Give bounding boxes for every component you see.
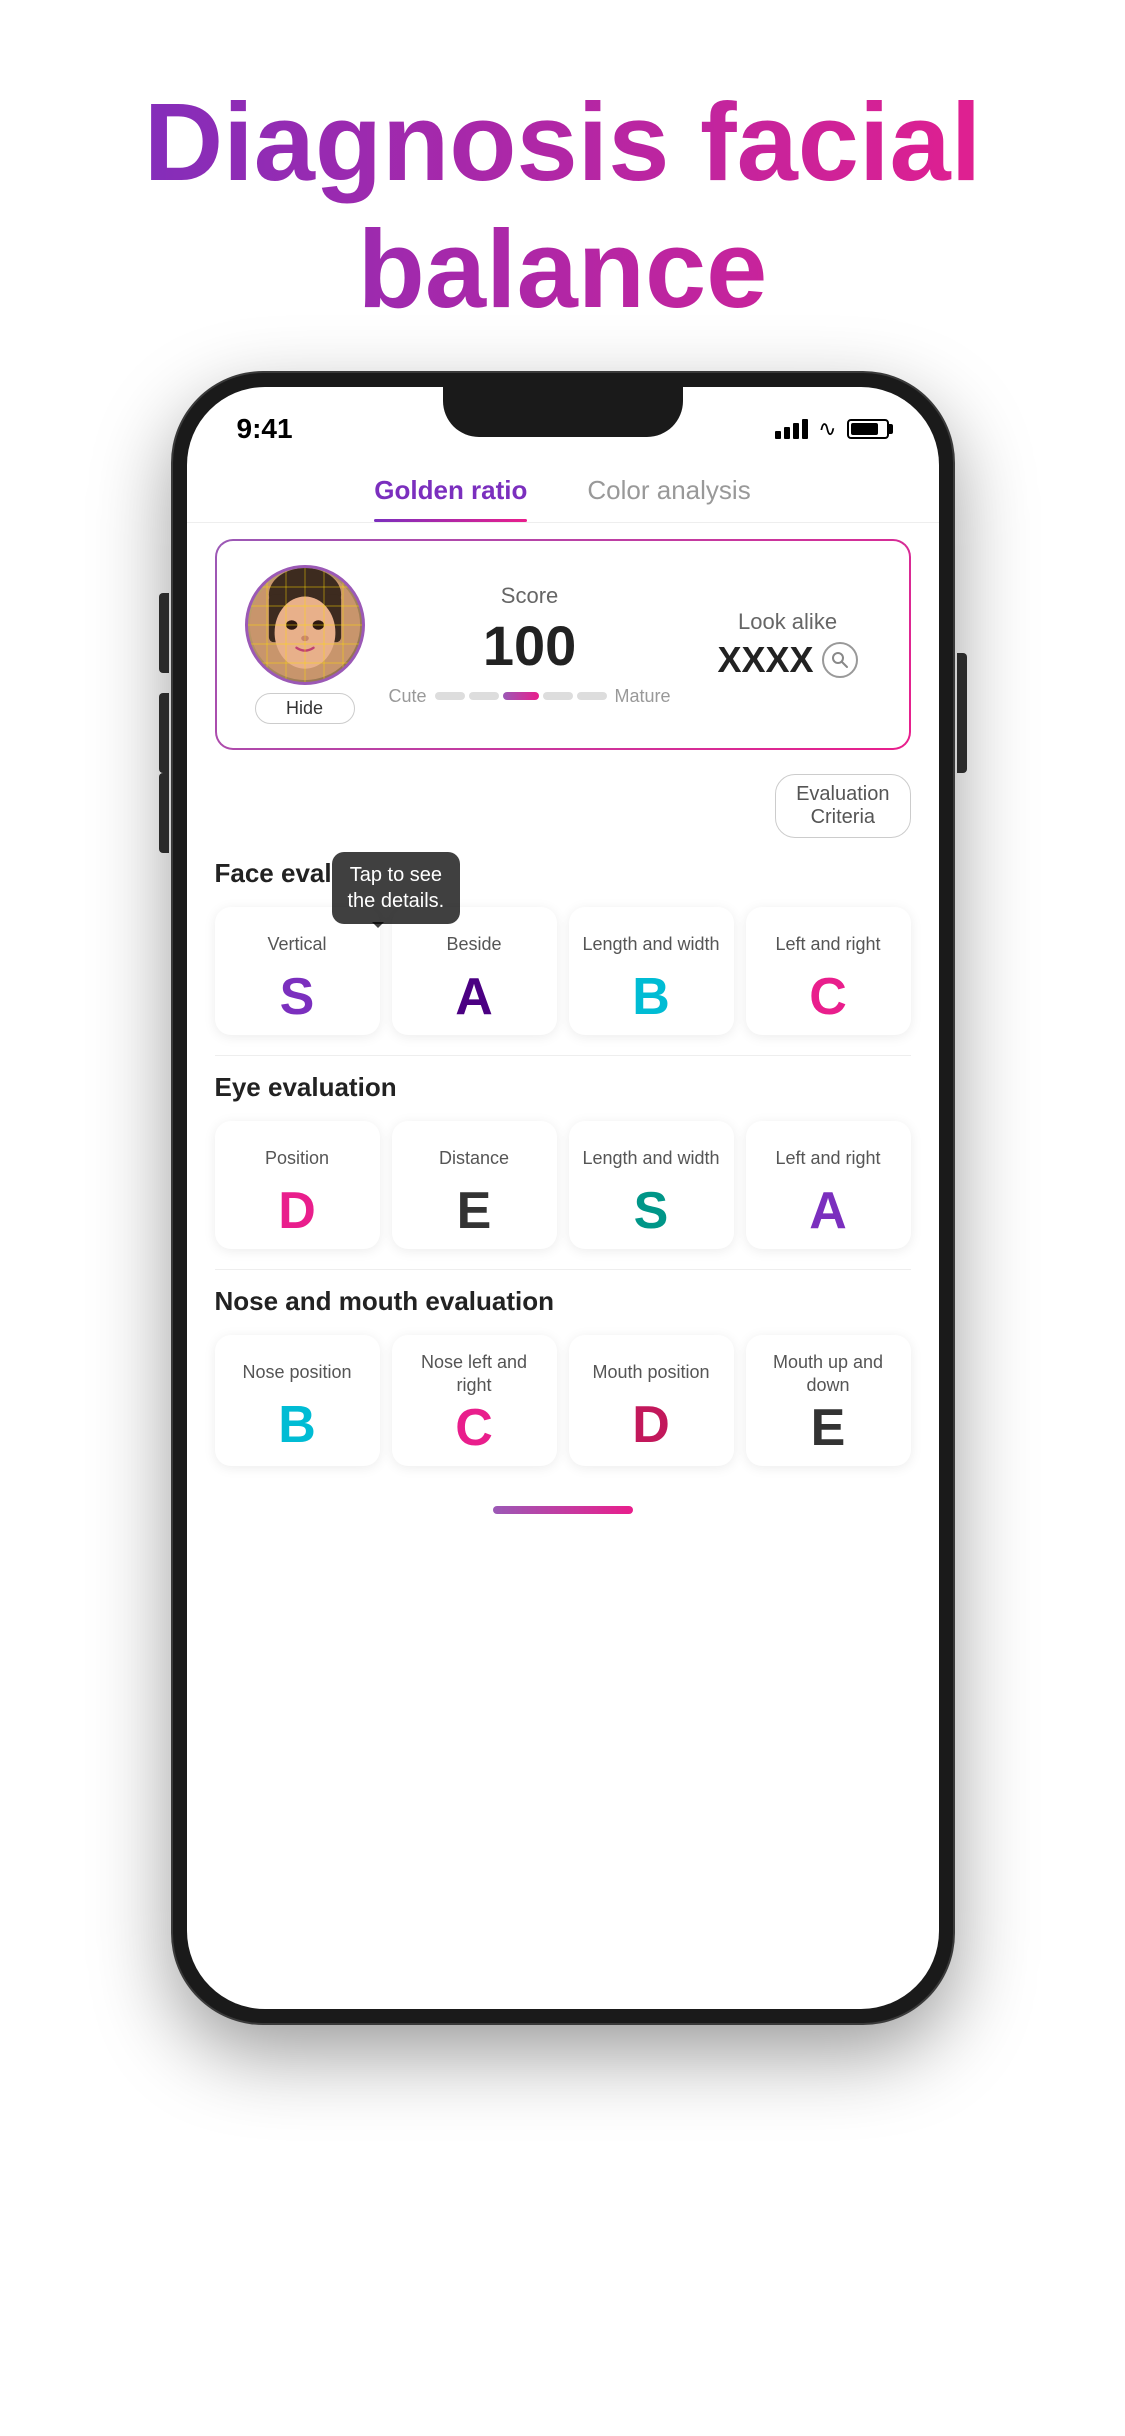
tab-color-analysis[interactable]: Color analysis xyxy=(587,475,750,522)
hide-button[interactable]: Hide xyxy=(255,693,355,724)
face-eval-label-vertical: Vertical xyxy=(267,923,326,967)
phone-frame: 9:41 ∿ Golden ratio xyxy=(173,373,953,2023)
eye-eval-grade-distance: E xyxy=(457,1185,492,1237)
score-label: Score xyxy=(501,583,558,609)
lookalike-value-row: XXXX xyxy=(718,639,858,681)
nose-mouth-label-noseleftright: Nose left and right xyxy=(404,1351,545,1398)
phone-notch xyxy=(443,387,683,437)
nose-mouth-eval-grid: Nose position B Nose left and right C Mo… xyxy=(187,1327,939,1486)
nose-mouth-grade-mouthupdown: E xyxy=(811,1402,846,1454)
status-time: 9:41 xyxy=(237,413,293,445)
avatar-wrapper: Hide xyxy=(245,565,365,724)
eye-eval-grid: Position D Distance E Length and width S… xyxy=(187,1113,939,1269)
wifi-icon: ∿ xyxy=(818,416,836,442)
eye-eval-label-lengthwidth: Length and width xyxy=(582,1137,719,1181)
face-eval-card-lengthwidth[interactable]: Length and width B xyxy=(569,907,734,1035)
phone-screen: 9:41 ∿ Golden ratio xyxy=(187,387,939,2009)
face-eval-grade-lengthwidth: B xyxy=(632,971,670,1023)
lookalike-text: XXXX xyxy=(718,639,814,681)
nose-mouth-grade-noseposition: B xyxy=(278,1399,316,1451)
nose-mouth-label-mouthupdown: Mouth up and down xyxy=(758,1351,899,1398)
battery-icon xyxy=(847,419,889,439)
bottom-bar xyxy=(187,1486,939,1534)
phone-mockup: 9:41 ∿ Golden ratio xyxy=(173,373,953,2023)
score-card: Hide Score 100 Cute xyxy=(215,539,911,750)
face-eval-grid: Vertical S Beside A Length and width B L… xyxy=(187,899,939,1055)
nose-mouth-label-mouthposition: Mouth position xyxy=(592,1351,709,1395)
face-eval-tooltip: Tap to seethe details. xyxy=(332,852,461,924)
face-eval-label-lengthwidth: Length and width xyxy=(582,923,719,967)
cute-label: Cute xyxy=(389,686,427,707)
face-eval-label-leftright: Left and right xyxy=(775,923,880,967)
face-eval-header: Face eval Tap to seethe details. xyxy=(187,842,939,899)
mature-label: Mature xyxy=(615,686,671,707)
nose-mouth-eval-title: Nose and mouth evaluation xyxy=(187,1270,939,1327)
nose-mouth-grade-noseleftright: C xyxy=(455,1402,493,1454)
hero-title-line2: balance xyxy=(358,208,768,331)
tab-golden-ratio[interactable]: Golden ratio xyxy=(374,475,527,522)
face-eval-grade-leftright: C xyxy=(809,971,847,1023)
face-eval-title: Face eval xyxy=(187,842,939,899)
eval-criteria-button[interactable]: EvaluationCriteria xyxy=(775,774,910,838)
lookalike-search-icon[interactable] xyxy=(822,642,858,678)
tab-bar: Golden ratio Color analysis xyxy=(187,455,939,523)
face-eval-card-leftright[interactable]: Left and right C xyxy=(746,907,911,1035)
nose-mouth-card-noseleftright[interactable]: Nose left and right C xyxy=(392,1335,557,1466)
eye-eval-card-distance[interactable]: Distance E xyxy=(392,1121,557,1249)
face-eval-label-beside: Beside xyxy=(446,923,501,967)
eye-eval-title: Eye evaluation xyxy=(187,1056,939,1113)
signal-icon xyxy=(775,419,808,439)
score-number: 100 xyxy=(483,613,576,678)
lookalike-section: Look alike XXXX xyxy=(695,609,881,681)
eye-eval-grade-lengthwidth: S xyxy=(634,1185,669,1237)
nose-mouth-card-mouthposition[interactable]: Mouth position D xyxy=(569,1335,734,1466)
eye-eval-grade-position: D xyxy=(278,1185,316,1237)
nose-mouth-label-noseposition: Nose position xyxy=(242,1351,351,1395)
hero-title-line1: Diagnosis facial xyxy=(144,81,982,204)
eye-eval-grade-leftright: A xyxy=(809,1185,847,1237)
avatar-face-svg xyxy=(248,565,362,685)
nose-mouth-grade-mouthposition: D xyxy=(632,1399,670,1451)
eye-eval-label-distance: Distance xyxy=(439,1137,509,1181)
home-indicator xyxy=(493,1506,633,1514)
face-eval-card-beside[interactable]: Beside A xyxy=(392,907,557,1035)
eye-eval-label-leftright: Left and right xyxy=(775,1137,880,1181)
eye-eval-card-position[interactable]: Position D xyxy=(215,1121,380,1249)
eye-eval-label-position: Position xyxy=(265,1137,329,1181)
face-eval-grade-vertical: S xyxy=(280,971,315,1023)
score-section: Score 100 Cute Mature xyxy=(389,583,671,707)
hero-title-section: Diagnosis facial balance xyxy=(0,0,1125,373)
status-icons: ∿ xyxy=(775,416,888,442)
lookalike-label: Look alike xyxy=(738,609,837,635)
avatar xyxy=(245,565,365,685)
progress-bar xyxy=(435,692,607,700)
eval-criteria-wrapper: EvaluationCriteria xyxy=(187,766,939,842)
nose-mouth-card-mouthupdown[interactable]: Mouth up and down E xyxy=(746,1335,911,1466)
cute-mature-bar: Cute Mature xyxy=(389,686,671,707)
face-eval-card-vertical[interactable]: Vertical S xyxy=(215,907,380,1035)
face-eval-grade-beside: A xyxy=(455,971,493,1023)
eye-eval-card-lengthwidth[interactable]: Length and width S xyxy=(569,1121,734,1249)
eye-eval-card-leftright[interactable]: Left and right A xyxy=(746,1121,911,1249)
nose-mouth-card-noseposition[interactable]: Nose position B xyxy=(215,1335,380,1466)
